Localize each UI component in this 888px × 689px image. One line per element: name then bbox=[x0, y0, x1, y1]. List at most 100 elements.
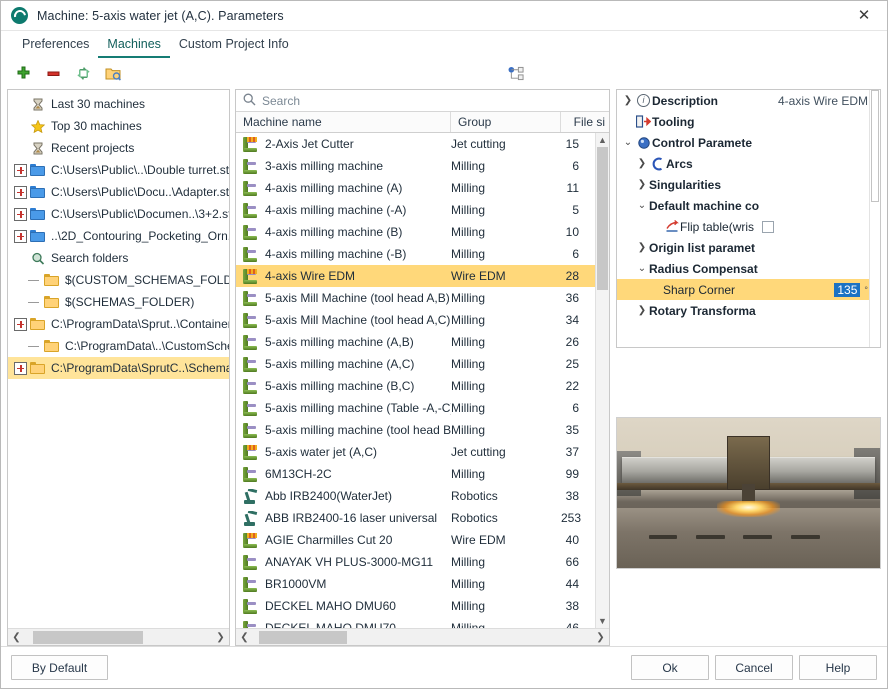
table-row[interactable]: BR1000VM Milling 44 bbox=[236, 573, 609, 595]
sidebar-item-last-30-machines[interactable]: Last 30 machines bbox=[8, 93, 229, 115]
table-row[interactable]: 6M13CH-2C Milling 99 bbox=[236, 463, 609, 485]
table-row[interactable]: 5-axis Mill Machine (tool head A,C) Milli… bbox=[236, 309, 609, 331]
sidebar-item-recent-projects[interactable]: Recent projects bbox=[8, 137, 229, 159]
property-value-input[interactable]: 135 bbox=[834, 282, 861, 297]
scroll-track[interactable] bbox=[253, 630, 592, 645]
property-row[interactable]: Sharp Corner 135 ° bbox=[617, 279, 880, 300]
property-row[interactable]: ❯ Singularities bbox=[617, 174, 880, 195]
expander-plus-icon[interactable] bbox=[14, 185, 27, 199]
search-bar[interactable]: Search bbox=[236, 90, 609, 112]
cancel-button[interactable]: Cancel bbox=[715, 655, 793, 680]
column-header-machine-name[interactable]: Machine name bbox=[236, 112, 451, 132]
sidebar-item-double-turret[interactable]: C:\Users\Public\..\Double turret.stc bbox=[8, 159, 229, 181]
search-input[interactable]: Search bbox=[262, 94, 300, 108]
sidebar-item-3plus2[interactable]: C:\Users\Public\Documen..\3+2.stc bbox=[8, 203, 229, 225]
properties-scrollbar[interactable] bbox=[869, 90, 880, 347]
expander-plus-icon[interactable] bbox=[14, 207, 27, 221]
property-checkbox[interactable] bbox=[762, 220, 775, 233]
table-row[interactable]: 4-axis milling machine (B) Milling 10 bbox=[236, 221, 609, 243]
browse-folder-button[interactable] bbox=[100, 62, 126, 86]
property-editor[interactable]: 135 ° bbox=[834, 282, 868, 297]
table-row[interactable]: 4-axis milling machine (A) Milling 11 bbox=[236, 177, 609, 199]
property-row[interactable]: ⌄ Control Paramete bbox=[617, 132, 880, 153]
close-icon[interactable]: ✕ bbox=[843, 1, 885, 30]
expander-collapsed-icon[interactable]: ❯ bbox=[635, 179, 649, 190]
tab-custom-project-info[interactable]: Custom Project Info bbox=[170, 31, 298, 58]
expander-plus-icon[interactable] bbox=[14, 163, 27, 177]
folders-horizontal-scrollbar[interactable]: ❮ ❯ bbox=[8, 628, 229, 645]
expander-collapsed-icon[interactable]: ❯ bbox=[635, 305, 649, 316]
scroll-thumb[interactable] bbox=[33, 630, 143, 644]
sidebar-item-custom-schemas-folder[interactable]: $(CUSTOM_SCHEMAS_FOLDER) bbox=[8, 269, 229, 291]
scroll-down-icon[interactable]: ▼ bbox=[596, 614, 609, 628]
scroll-thumb[interactable] bbox=[597, 147, 608, 290]
scroll-up-icon[interactable]: ▲ bbox=[596, 133, 609, 147]
sidebar-item-schemas-folder[interactable]: $(SCHEMAS_FOLDER) bbox=[8, 291, 229, 313]
table-row[interactable]: 5-axis milling machine (Table -A,-C) Mill… bbox=[236, 397, 609, 419]
table-row[interactable]: 2-Axis Jet Cutter Jet cutting 15 bbox=[236, 133, 609, 155]
by-default-button[interactable]: By Default bbox=[11, 655, 108, 680]
table-row[interactable]: 3-axis milling machine Milling 6 bbox=[236, 155, 609, 177]
remove-machine-button[interactable] bbox=[40, 62, 66, 86]
scroll-right-icon[interactable]: ❯ bbox=[592, 632, 609, 643]
property-row[interactable]: ❯ Arcs bbox=[617, 153, 880, 174]
table-row[interactable]: 4-axis Wire EDM Wire EDM 28 bbox=[236, 265, 609, 287]
sidebar-item-adapter[interactable]: C:\Users\Public\Docu..\Adapter.stc bbox=[8, 181, 229, 203]
grid-rows[interactable]: 2-Axis Jet Cutter Jet cutting 15 3-axis mil… bbox=[236, 133, 609, 628]
sidebar-item-search-folders[interactable]: Search folders bbox=[8, 247, 229, 269]
expander-plus-icon[interactable] bbox=[14, 361, 27, 375]
expander-expanded-icon[interactable]: ⌄ bbox=[621, 137, 635, 148]
table-row[interactable]: DECKEL MAHO DMU70 Milling 46 bbox=[236, 617, 609, 628]
column-header-group[interactable]: Group bbox=[451, 112, 561, 132]
sidebar-item-2d-contouring[interactable]: ..\2D_Contouring_Pocketing_Orn... bbox=[8, 225, 229, 247]
property-row[interactable]: ❯ i Description 4-axis Wire EDM bbox=[617, 90, 880, 111]
table-row[interactable]: 5-axis water jet (A,C) Jet cutting 37 bbox=[236, 441, 609, 463]
tab-preferences[interactable]: Preferences bbox=[13, 31, 98, 58]
scroll-track[interactable] bbox=[25, 630, 212, 645]
tree-view-button[interactable] bbox=[503, 62, 529, 86]
help-button[interactable]: Help bbox=[799, 655, 877, 680]
table-row[interactable]: ANAYAK VH PLUS-3000-MG11 Milling 66 bbox=[236, 551, 609, 573]
table-row[interactable]: 4-axis milling machine (-B) Milling 6 bbox=[236, 243, 609, 265]
expander-collapsed-icon[interactable]: ❯ bbox=[635, 242, 649, 253]
property-row[interactable]: ⌄ Radius Compensat bbox=[617, 258, 880, 279]
column-header-file-size[interactable]: File si bbox=[561, 112, 609, 132]
machines-horizontal-scrollbar[interactable]: ❮ ❯ bbox=[236, 628, 609, 645]
sidebar-item-customschemas[interactable]: C:\ProgramData\..\CustomSchemas bbox=[8, 335, 229, 357]
expander-plus-icon[interactable] bbox=[14, 229, 27, 243]
property-row[interactable]: ⌄ Default machine co bbox=[617, 195, 880, 216]
table-row[interactable]: 5-axis milling machine (A,C) Milling 25 bbox=[236, 353, 609, 375]
scroll-thumb[interactable] bbox=[871, 90, 879, 202]
property-row[interactable]: Tooling bbox=[617, 111, 880, 132]
add-machine-button[interactable] bbox=[10, 62, 36, 86]
table-row[interactable]: 5-axis Mill Machine (tool head A,B) Milli… bbox=[236, 287, 609, 309]
table-row[interactable]: ABB IRB2400-16 laser universal Robotics 25… bbox=[236, 507, 609, 529]
machines-vertical-scrollbar[interactable]: ▲ ▼ bbox=[595, 133, 609, 628]
expander-expanded-icon[interactable]: ⌄ bbox=[635, 263, 649, 274]
table-row[interactable]: AGIE Charmilles Cut 20 Wire EDM 40 bbox=[236, 529, 609, 551]
ok-button[interactable]: Ok bbox=[631, 655, 709, 680]
tab-machines[interactable]: Machines bbox=[98, 31, 170, 58]
expander-plus-icon[interactable] bbox=[14, 317, 27, 331]
scroll-thumb[interactable] bbox=[259, 630, 347, 644]
scroll-left-icon[interactable]: ❮ bbox=[236, 632, 253, 643]
scroll-left-icon[interactable]: ❮ bbox=[8, 632, 25, 643]
property-row[interactable]: ❯ Origin list paramet bbox=[617, 237, 880, 258]
folders-tree[interactable]: Last 30 machines Top 30 machines Recent … bbox=[8, 90, 229, 628]
table-row[interactable]: 5-axis milling machine (A,B) Milling 26 bbox=[236, 331, 609, 353]
property-row[interactable]: ❯ Rotary Transforma bbox=[617, 300, 880, 321]
table-row[interactable]: Abb IRB2400(WaterJet) Robotics 38 bbox=[236, 485, 609, 507]
sidebar-item-top-30-machines[interactable]: Top 30 machines bbox=[8, 115, 229, 137]
sidebar-item-schemas[interactable]: C:\ProgramData\SprutC..\Schemas bbox=[8, 357, 229, 379]
scroll-right-icon[interactable]: ❯ bbox=[212, 632, 229, 643]
table-row[interactable]: 5-axis milling machine (B,C) Milling 22 bbox=[236, 375, 609, 397]
expander-expanded-icon[interactable]: ⌄ bbox=[635, 200, 649, 211]
expander-collapsed-icon[interactable]: ❯ bbox=[635, 158, 649, 169]
table-row[interactable]: DECKEL MAHO DMU60 Milling 38 bbox=[236, 595, 609, 617]
sidebar-item-containers[interactable]: C:\ProgramData\Sprut..\Containers bbox=[8, 313, 229, 335]
expander-collapsed-icon[interactable]: ❯ bbox=[621, 95, 635, 106]
property-row[interactable]: Flip table(wris bbox=[617, 216, 880, 237]
table-row[interactable]: 5-axis milling machine (tool head B, C) M… bbox=[236, 419, 609, 441]
refresh-button[interactable] bbox=[70, 62, 96, 86]
table-row[interactable]: 4-axis milling machine (-A) Milling 5 bbox=[236, 199, 609, 221]
